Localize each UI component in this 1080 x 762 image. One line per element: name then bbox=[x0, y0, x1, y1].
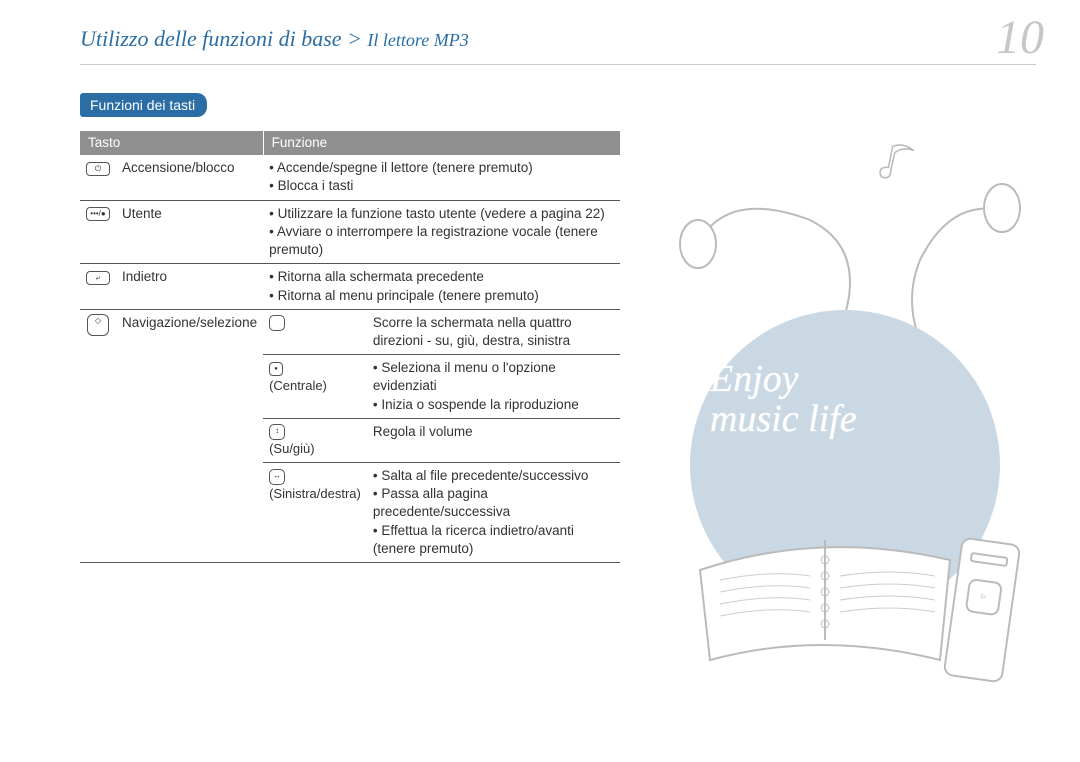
content-column: Funzioni dei tasti Tasto Funzione ⏻ Acce… bbox=[80, 93, 620, 563]
function-cell: Accende/spegne il lettore (tenere premut… bbox=[263, 155, 620, 200]
table-row: ⤶ Indietro Ritorna alla schermata preced… bbox=[80, 264, 620, 309]
table-row: ⏻ Accensione/blocco Accende/spegne il le… bbox=[80, 155, 620, 200]
dpad-icon: ◇ bbox=[87, 314, 109, 336]
key-label: Accensione/blocco bbox=[116, 155, 263, 200]
function-item: Blocca i tasti bbox=[269, 177, 614, 195]
function-item: Inizia o sospende la riproduzione bbox=[373, 396, 614, 414]
header-divider bbox=[80, 64, 1036, 65]
function-item: Accende/spegne il lettore (tenere premut… bbox=[269, 159, 614, 177]
nested-row: Scorre la schermata nella quattro direzi… bbox=[263, 310, 620, 355]
player-screen-icon bbox=[970, 552, 1009, 567]
nested-row: (Centrale) Seleziona il menu o l'opzione… bbox=[263, 355, 620, 419]
power-lock-icon: ⏻ bbox=[86, 162, 110, 176]
page-number: 10 bbox=[996, 10, 1044, 65]
tagline-line2: music life bbox=[710, 398, 857, 440]
function-cell: Utilizzare la funzione tasto utente (ved… bbox=[263, 200, 620, 264]
col-header-function: Funzione bbox=[263, 131, 620, 155]
function-item: Avviare o interrompere la registrazione … bbox=[269, 223, 614, 259]
key-label: Indietro bbox=[116, 264, 263, 309]
player-dpad-icon: ▹ bbox=[965, 578, 1003, 616]
tagline: Enjoy music life bbox=[710, 360, 857, 440]
page-header: Utilizzo delle funzioni di base > Il let… bbox=[0, 0, 1080, 60]
back-icon: ⤶ bbox=[86, 271, 110, 285]
nested-row: ↔ (Sinistra/destra) Salta al file preced… bbox=[263, 462, 620, 562]
breadcrumb-sep: > bbox=[342, 26, 368, 51]
function-text: Regola il volume bbox=[367, 418, 620, 462]
user-icon: •••/● bbox=[86, 207, 110, 221]
key-functions-table: Tasto Funzione ⏻ Accensione/blocco Accen… bbox=[80, 131, 620, 563]
function-item: Passa alla pagina precedente/successiva bbox=[373, 485, 614, 521]
music-note-icon bbox=[878, 140, 920, 182]
function-item: Seleziona il menu o l'opzione evidenziat… bbox=[373, 359, 614, 395]
function-item: Salta al file precedente/successivo bbox=[373, 467, 614, 485]
function-item: Effettua la ricerca indietro/avanti (ten… bbox=[373, 522, 614, 558]
section-title-tag: Funzioni dei tasti bbox=[80, 93, 207, 117]
table-header-row: Tasto Funzione bbox=[80, 131, 620, 155]
function-text: Scorre la schermata nella quattro direzi… bbox=[367, 310, 620, 355]
illustration: Enjoy music life ▹ bbox=[650, 140, 1050, 700]
leftright-icon: ↔ bbox=[269, 469, 285, 485]
key-label: Navigazione/selezione bbox=[116, 309, 263, 562]
breadcrumb-sub: Il lettore MP3 bbox=[367, 30, 468, 50]
table-row: •••/● Utente Utilizzare la funzione tast… bbox=[80, 200, 620, 264]
table-row-navigation: ◇ Navigazione/selezione Scorre la scherm… bbox=[80, 309, 620, 562]
center-icon bbox=[269, 362, 283, 376]
function-cell: Scorre la schermata nella quattro direzi… bbox=[263, 309, 620, 562]
breadcrumb: Utilizzo delle funzioni di base > Il let… bbox=[80, 26, 469, 52]
dpad-outline-icon bbox=[269, 315, 285, 331]
breadcrumb-main: Utilizzo delle funzioni di base bbox=[80, 26, 342, 51]
function-cell: Ritorna alla schermata precedente Ritorn… bbox=[263, 264, 620, 309]
sub-label: (Centrale) bbox=[269, 377, 361, 395]
col-header-key: Tasto bbox=[80, 131, 263, 155]
function-item: Ritorna alla schermata precedente bbox=[269, 268, 614, 286]
key-label: Utente bbox=[116, 200, 263, 264]
function-item: Utilizzare la funzione tasto utente (ved… bbox=[269, 205, 614, 223]
updown-icon: ↕ bbox=[269, 424, 285, 440]
notebook-icon bbox=[690, 510, 960, 670]
nested-row: ↕ (Su/giù) Regola il volume bbox=[263, 418, 620, 462]
sub-label: (Su/giù) bbox=[269, 440, 361, 458]
sub-label: (Sinistra/destra) bbox=[269, 485, 361, 503]
nested-nav-table: Scorre la schermata nella quattro direzi… bbox=[263, 310, 620, 562]
tagline-line1: Enjoy bbox=[710, 358, 799, 400]
function-item: Ritorna al menu principale (tenere premu… bbox=[269, 287, 614, 305]
